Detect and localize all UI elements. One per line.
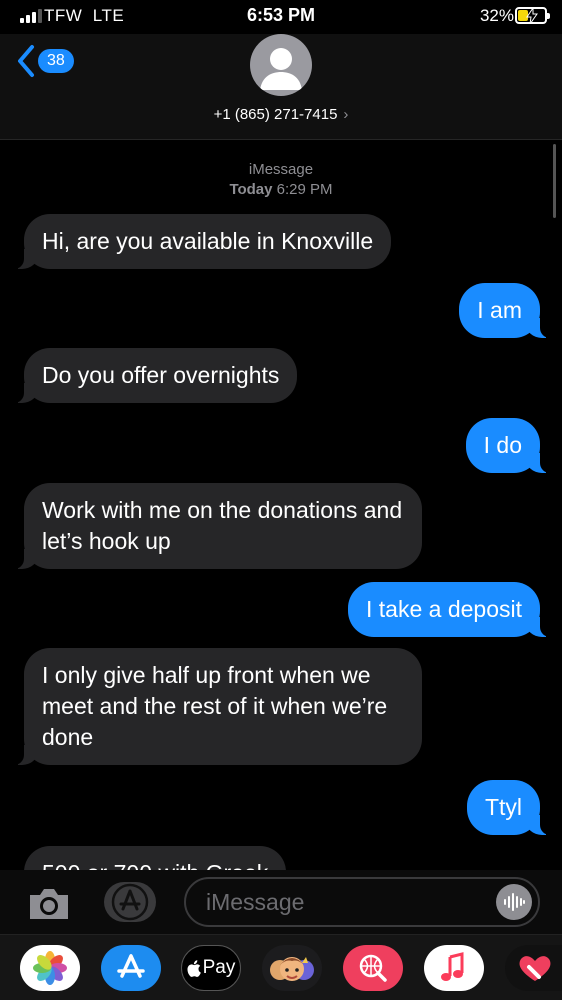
app-store-button[interactable] bbox=[104, 882, 156, 922]
chevron-left-icon bbox=[18, 45, 34, 77]
status-time: 6:53 PM bbox=[246, 5, 316, 25]
photos-app-button[interactable] bbox=[20, 945, 80, 991]
outgoing-message[interactable]: I am bbox=[459, 283, 554, 338]
web-search-app-button[interactable] bbox=[343, 945, 403, 991]
memoji-icon bbox=[270, 957, 314, 981]
incoming-message[interactable]: 500 or 700 with Greek bbox=[24, 846, 287, 870]
apple-pay-label: Pay bbox=[202, 957, 236, 978]
unread-count-badge: 38 bbox=[38, 49, 74, 73]
music-app-button[interactable] bbox=[424, 945, 484, 991]
apple-logo-icon bbox=[187, 959, 201, 977]
incoming-message[interactable]: Do you offer overnights bbox=[9, 348, 298, 403]
contact-avatar[interactable] bbox=[250, 34, 312, 96]
status-bar: TFW LTE 6:53 PM 32% bbox=[0, 0, 562, 34]
thread-day: Today bbox=[229, 181, 273, 198]
heart-hand-icon bbox=[519, 956, 551, 981]
incoming-message[interactable]: Work with me on the donations and let’s … bbox=[10, 483, 422, 569]
outgoing-message[interactable]: I take a deposit bbox=[348, 582, 554, 637]
incoming-message[interactable]: Hi, are you available in Knoxville bbox=[9, 214, 392, 269]
photos-icon bbox=[33, 951, 67, 985]
app-store-app-button[interactable] bbox=[101, 945, 161, 991]
outgoing-message[interactable]: I do bbox=[465, 418, 555, 473]
chevron-right-icon: › bbox=[343, 106, 349, 123]
waveform-icon bbox=[504, 893, 525, 911]
audio-message-button[interactable] bbox=[496, 884, 532, 920]
message-input[interactable]: iMessage bbox=[184, 877, 540, 927]
apple-pay-app-button[interactable]: Pay bbox=[181, 945, 241, 991]
app-store-icon bbox=[117, 954, 145, 978]
app-store-icon bbox=[111, 883, 149, 921]
back-button[interactable]: 38 bbox=[16, 44, 74, 78]
camera-button[interactable] bbox=[26, 886, 72, 922]
contact-name-button[interactable]: +1 (865) 271-7415 › bbox=[0, 106, 562, 123]
thread-time: 6:29 PM bbox=[276, 181, 333, 198]
app-drawer: Pay bbox=[0, 934, 562, 1000]
contact-number: +1 (865) 271-7415 bbox=[213, 106, 338, 123]
compose-bar: iMessage bbox=[0, 870, 562, 934]
outgoing-message[interactable]: Ttyl bbox=[466, 780, 555, 835]
thread-timestamp: iMessage Today 6:29 PM bbox=[0, 160, 562, 200]
conversation-header: 38 +1 (865) 271-7415 › bbox=[0, 34, 562, 140]
message-list[interactable]: iMessage Today 6:29 PM Hi, are you avail… bbox=[0, 140, 562, 870]
memoji-app-button[interactable] bbox=[262, 945, 322, 991]
battery-charging-icon bbox=[515, 7, 550, 24]
person-icon bbox=[260, 48, 302, 90]
digital-touch-app-button[interactable] bbox=[505, 945, 562, 991]
music-note-icon bbox=[441, 952, 464, 981]
service-label: iMessage bbox=[248, 161, 314, 178]
camera-icon bbox=[30, 889, 68, 919]
globe-search-icon bbox=[359, 954, 387, 982]
incoming-message[interactable]: I only give half up front when we meet a… bbox=[10, 648, 422, 765]
battery-percentage: 32% bbox=[479, 6, 514, 25]
